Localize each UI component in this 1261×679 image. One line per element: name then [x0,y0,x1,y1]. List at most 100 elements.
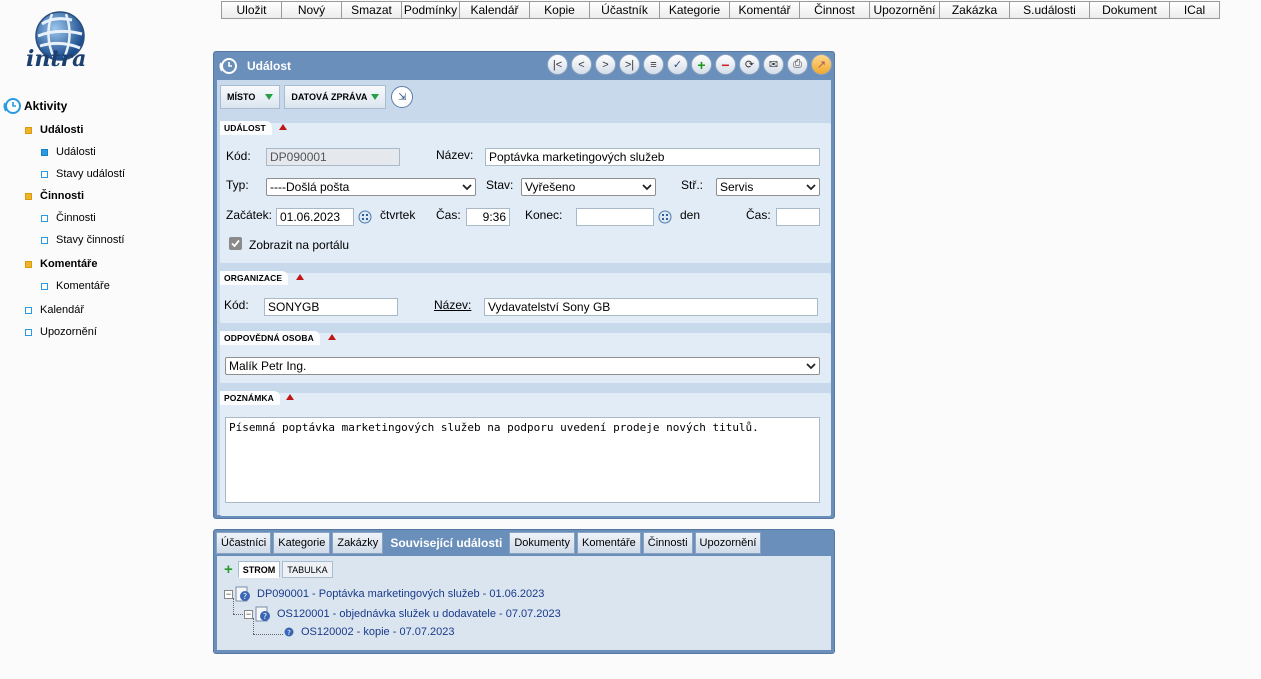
external-link-icon: ⇲ [398,91,407,103]
sidebar-item-label: Kalendář [40,304,85,316]
record-navigation: |< < > >| ≡ ✓ + − ⟳ ✉ ⎙ ↗ [547,54,832,75]
conditions-button[interactable]: Podmínky [401,1,460,19]
tab-comments[interactable]: Komentáře [576,532,641,554]
comment-button[interactable]: Komentář [729,1,800,19]
state-select[interactable]: Vyřešeno [521,178,656,196]
copy-button[interactable]: Kopie [529,1,590,19]
collapse-icon[interactable] [296,274,304,280]
tab-activities[interactable]: Činnosti [642,532,693,554]
center-select[interactable]: Servis [716,178,820,196]
tab-misto[interactable]: MÍSTO [220,85,281,109]
collapse-icon[interactable] [328,334,336,340]
add-button[interactable]: + [691,54,712,75]
note-textarea[interactable]: Písemná poptávka marketingových služeb n… [225,417,820,503]
calendar-button[interactable]: Kalendář [459,1,530,19]
category-button[interactable]: Kategorie [659,1,730,19]
svg-text:?: ? [287,629,291,637]
end-date-field[interactable] [576,208,654,226]
tab-categories[interactable]: Kategorie [273,532,331,554]
dropdown-icon [265,94,274,100]
org-name-label[interactable]: Název: [434,298,471,312]
subtab-tree[interactable]: STROM [237,561,281,578]
sidebar-item-calendar[interactable]: Kalendář [25,304,84,316]
tab-participants[interactable]: Účastníci [216,532,272,554]
confirm-button[interactable]: ✓ [667,54,688,75]
activity-button[interactable]: Činnost [799,1,870,19]
sidebar-item-event-states[interactable]: Stavy událostí [41,168,125,180]
delete-button[interactable]: Smazat [341,1,402,19]
save-button[interactable]: Uložit [221,1,282,19]
calendar-icon[interactable] [358,210,372,224]
sidebar-item-activities-folder[interactable]: Činnosti [25,190,84,202]
section-responsible-person: ODPOVĚDNÁ OSOBA Malík Petr Ing. [220,331,831,383]
tab-label: MÍSTO [227,92,256,102]
print-button[interactable]: ⎙ [787,54,808,75]
tab-documents[interactable]: Dokumenty [509,532,575,554]
end-time-field[interactable] [776,208,820,226]
plus-icon: + [697,56,706,73]
new-button[interactable]: Nový [281,1,342,19]
start-time-field[interactable]: 9:36 [466,208,510,226]
section-title: POZNÁMKA [220,391,280,405]
tree-line [253,634,283,635]
email-button[interactable]: ✉ [763,54,784,75]
sidebar-item-label: Činnosti [40,190,84,202]
document-button[interactable]: Dokument [1089,1,1170,19]
state-select-value: Vyřešeno [525,180,576,194]
tab-orders[interactable]: Zakázky [332,532,384,554]
name-field[interactable]: Poptávka marketingových služeb [485,148,820,166]
next-record-button[interactable]: > [595,54,616,75]
tree-item[interactable]: − ? OS120001 - objednávka služek u dodav… [244,606,561,622]
sidebar-item-activities[interactable]: Činnosti [41,212,96,224]
prev-record-button[interactable]: < [571,54,592,75]
org-code-field[interactable]: SONYGB [264,298,398,316]
portal-checkbox[interactable] [229,237,242,250]
sidebar-item-label: Stavy událostí [56,168,126,180]
open-link-button[interactable]: ⇲ [391,86,414,108]
collapse-icon[interactable] [286,394,294,400]
section-note: POZNÁMKA Písemná poptávka marketingových… [220,391,831,516]
sidebar-item-events[interactable]: Události [41,146,96,158]
ical-button[interactable]: ICal [1169,1,1220,19]
section-event: UDÁLOST Kód: DP090001 Název: Poptávka ma… [220,121,831,263]
start-date-field[interactable]: 01.06.2023 [276,208,354,226]
code-field[interactable]: DP090001 [266,148,400,166]
tree-item-label: DP090001 - Poptávka marketingových služe… [257,588,545,600]
refresh-button[interactable]: ⟳ [739,54,760,75]
sidebar-root-activities[interactable]: Aktivity [2,97,67,115]
related-events-button[interactable]: S.události [1009,1,1090,19]
collapse-icon[interactable] [279,124,287,130]
sidebar-item-events-folder[interactable]: Události [25,124,83,136]
type-select[interactable]: ----Došlá pošta [266,178,476,196]
tree-item[interactable]: − ? DP090001 - Poptávka marketingových s… [224,586,544,602]
collapse-toggle-icon[interactable]: − [224,589,233,599]
tab-notifications[interactable]: Upozornění [694,532,762,554]
first-record-button[interactable]: |< [547,54,568,75]
responsible-person-value: Malík Petr Ing. [229,359,307,373]
org-name-field[interactable]: Vydavatelství Sony GB [484,298,818,316]
export-icon: ↗ [816,59,827,71]
collapse-toggle-icon[interactable]: − [244,609,253,619]
sidebar-item-comments-folder[interactable]: Komentáře [25,258,97,270]
sidebar-item-label: Komentáře [40,258,98,270]
last-record-button[interactable]: >| [619,54,640,75]
sidebar-item-activity-states[interactable]: Stavy činností [41,234,124,246]
calendar-icon[interactable] [658,210,672,224]
participant-button[interactable]: Účastník [589,1,660,19]
section-title: ORGANIZACE [220,271,289,285]
panel-tabs: MÍSTO DATOVÁ ZPRÁVA ⇲ [220,85,414,109]
tree-item[interactable]: ? OS120002 - kopie - 07.07.2023 [284,626,455,638]
export-button[interactable]: ↗ [811,54,832,75]
tab-related-events[interactable]: Související události [385,532,508,554]
responsible-person-select[interactable]: Malík Petr Ing. [225,357,820,375]
tab-datova-zprava[interactable]: DATOVÁ ZPRÁVA [284,85,387,109]
subtab-table[interactable]: TABULKA [282,561,333,578]
sidebar-item-notifications[interactable]: Upozornění [25,326,97,338]
list-button[interactable]: ≡ [643,54,664,75]
end-label: Konec: [525,208,563,222]
remove-button[interactable]: − [715,54,736,75]
order-button[interactable]: Zakázka [939,1,1010,19]
add-related-icon[interactable]: + [224,562,233,577]
sidebar-item-comments[interactable]: Komentáře [41,280,110,292]
notification-button[interactable]: Upozornění [869,1,940,19]
